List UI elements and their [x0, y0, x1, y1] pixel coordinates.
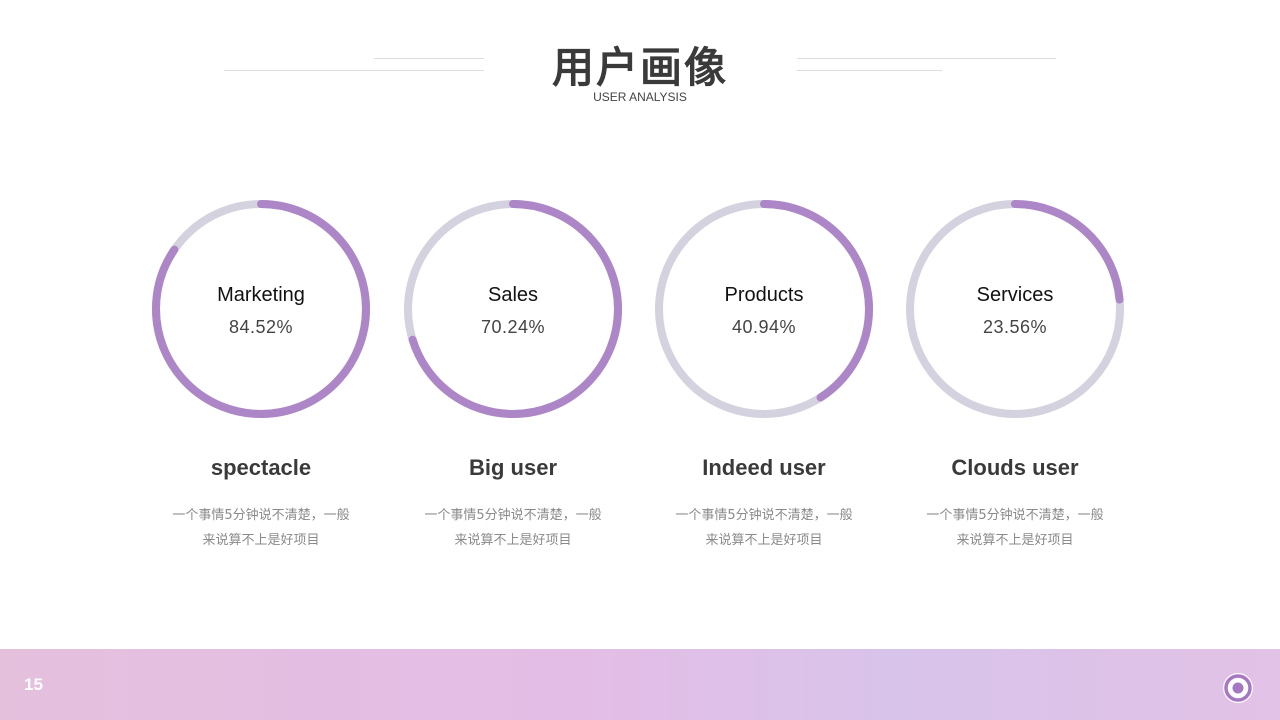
- progress-ring: [404, 200, 622, 418]
- card-description-line: 一个事情5分钟说不清楚，一般: [675, 508, 853, 523]
- stat-card-marketing: Marketing 84.52% spectacle 一个事情5分钟说不清楚，一…: [149, 197, 373, 557]
- page-title: 用户画像: [551, 43, 728, 92]
- page-number: 15: [24, 675, 43, 694]
- card-description: 一个事情5分钟说不清楚，一般 来说算不上是好项目: [654, 503, 874, 553]
- page-subtitle: USER ANALYSIS: [593, 90, 687, 104]
- progress-ring: [906, 200, 1124, 418]
- card-description: 一个事情5分钟说不清楚，一般 来说算不上是好项目: [905, 503, 1125, 553]
- card-description-line: 来说算不上是好项目: [454, 533, 572, 548]
- card-title: Big user: [468, 455, 558, 480]
- card-description: 一个事情5分钟说不清楚，一般 来说算不上是好项目: [151, 503, 371, 553]
- stat-card-products: Products 40.94% Indeed user 一个事情5分钟说不清楚，…: [652, 197, 876, 557]
- card-description-line: 一个事情5分钟说不清楚，一般: [424, 508, 602, 523]
- card-description-line: 来说算不上是好项目: [956, 533, 1074, 548]
- stat-card-sales: Sales 70.24% Big user 一个事情5分钟说不清楚，一般 来说算…: [401, 197, 625, 557]
- slide: 用户画像 USER ANALYSIS Marketing 84.52% spec…: [0, 0, 1280, 720]
- ring-label: Services: [976, 284, 1054, 306]
- ring-logo-icon: [1223, 673, 1253, 703]
- stat-card-services: Services 23.56% Clouds user 一个事情5分钟说不清楚，…: [903, 197, 1127, 557]
- ring-label: Sales: [487, 284, 539, 306]
- card-description: 一个事情5分钟说不清楚，一般 来说算不上是好项目: [403, 503, 623, 553]
- card-title: spectacle: [210, 455, 312, 480]
- card-title: Clouds user: [951, 455, 1079, 480]
- card-description-line: 一个事情5分钟说不清楚，一般: [926, 508, 1104, 523]
- card-description-line: 来说算不上是好项目: [202, 533, 320, 548]
- card-description-line: 一个事情5分钟说不清楚，一般: [172, 508, 350, 523]
- ring-label: Products: [724, 284, 804, 306]
- card-description-line: 来说算不上是好项目: [705, 533, 823, 548]
- footer-bar: 15: [0, 649, 1280, 720]
- ring-percent-value: 40.94%: [731, 317, 797, 337]
- ring-label: Marketing: [217, 284, 305, 306]
- ring-percent-value: 70.24%: [480, 317, 546, 337]
- card-title: Indeed user: [702, 455, 826, 480]
- ring-percent-value: 84.52%: [228, 317, 294, 337]
- ring-percent-value: 23.56%: [982, 317, 1048, 337]
- progress-ring: [152, 200, 370, 418]
- progress-ring: [655, 200, 873, 418]
